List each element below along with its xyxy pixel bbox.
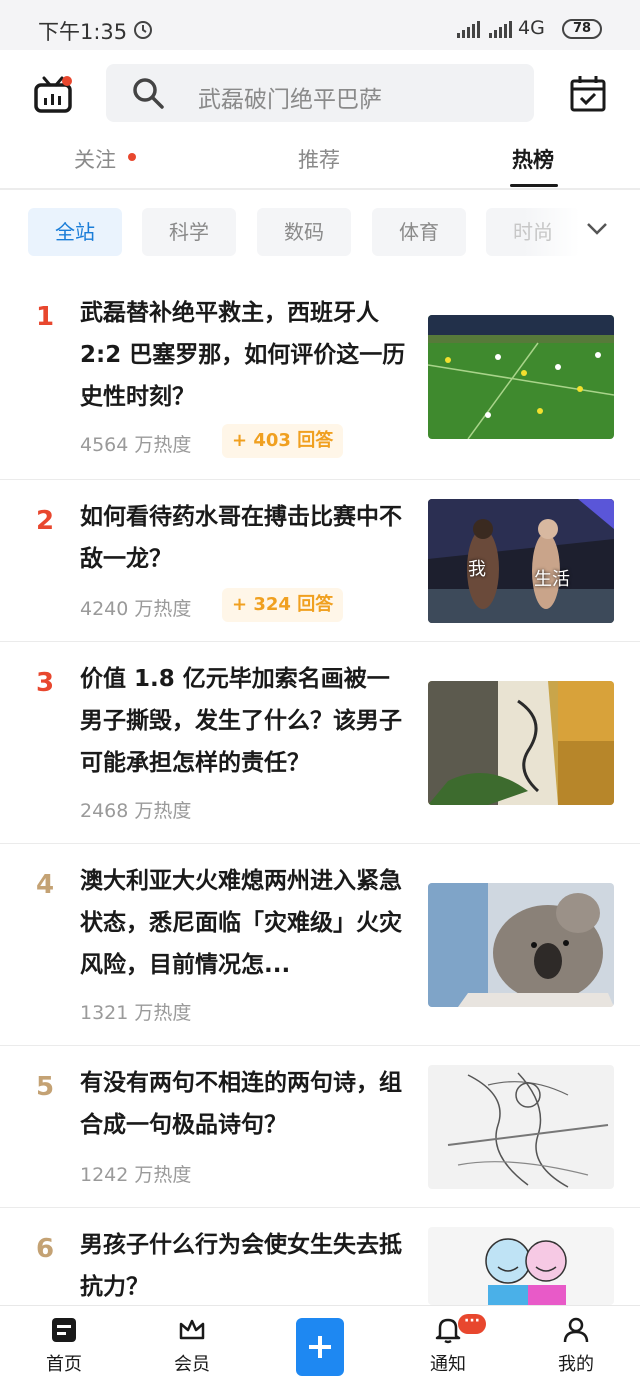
answer-count-badge: + 403 回答: [222, 424, 344, 458]
thumbnail-koala[interactable]: [428, 883, 614, 1007]
chevron-down-icon[interactable]: [586, 222, 608, 236]
rank-number: 3: [36, 668, 55, 698]
bottom-navigation: 首页 会员 ··· 通知 我的: [0, 1305, 640, 1387]
nav-home[interactable]: 首页: [14, 1306, 114, 1387]
chip-digital[interactable]: 数码: [257, 208, 351, 256]
user-icon: [563, 1317, 589, 1343]
list-item[interactable]: 6 男孩子什么行为会使女生失去抵抗力？: [0, 1208, 640, 1308]
thumbnail-cartoon[interactable]: [428, 1227, 614, 1305]
thumbnail-painting[interactable]: [428, 681, 614, 805]
tv-notification-dot: [62, 76, 72, 86]
question-title[interactable]: 有没有两句不相连的两句诗，组合成一句极品诗句？: [80, 1062, 412, 1146]
top-header: 武磊破门绝平巴萨 关注 推荐 热榜: [0, 50, 640, 190]
thumbnail-fight[interactable]: 我 生活: [428, 499, 614, 623]
list-item[interactable]: 4 澳大利亚大火难熄两州进入紧急状态，悉尼面临「灾难级」火灾风险，目前情况怎..…: [0, 844, 640, 1046]
rank-number: 1: [36, 302, 55, 332]
heat-count: 4564 万热度: [80, 434, 192, 456]
signal-icon: [457, 21, 480, 38]
tab-follow[interactable]: 关注: [74, 144, 116, 174]
chip-sports[interactable]: 体育: [372, 208, 466, 256]
alarm-icon: [134, 21, 152, 39]
rank-number: 5: [36, 1072, 55, 1102]
rank-number: 6: [36, 1234, 55, 1264]
chip-all[interactable]: 全站: [28, 208, 122, 256]
question-title[interactable]: 武磊替补绝平救主，西班牙人 2:2 巴塞罗那，如何评价这一历史性时刻？: [80, 292, 412, 418]
signal-hd-icon: [489, 21, 512, 38]
nav-label: 我的: [558, 1354, 594, 1375]
question-title[interactable]: 如何看待药水哥在搏击比赛中不敌一龙？: [80, 496, 412, 580]
nav-notifications[interactable]: ··· 通知: [398, 1306, 498, 1387]
tab-hot-list[interactable]: 热榜: [512, 144, 554, 174]
battery-icon: 78: [562, 19, 602, 39]
thumbnail-sketch[interactable]: [428, 1065, 614, 1189]
status-bar: 下午1:35 4G 78: [0, 0, 640, 50]
thumbnail-caption: 生活: [534, 569, 570, 590]
status-time: 下午1:35: [38, 20, 128, 44]
tab-recommend[interactable]: 推荐: [298, 144, 340, 174]
search-placeholder: 武磊破门绝平巴萨: [198, 87, 382, 113]
nav-profile[interactable]: 我的: [526, 1306, 626, 1387]
network-type: 4G: [518, 17, 545, 39]
heat-count: 1321 万热度: [80, 1002, 192, 1024]
heat-count: 4240 万热度: [80, 598, 192, 620]
answer-count-badge: + 324 回答: [222, 588, 344, 622]
heat-count: 2468 万热度: [80, 800, 192, 822]
heat-count: 1242 万热度: [80, 1164, 192, 1186]
follow-update-dot: [128, 153, 136, 161]
nav-label: 会员: [174, 1354, 210, 1375]
question-title[interactable]: 澳大利亚大火难熄两州进入紧急状态，悉尼面临「灾难级」火灾风险，目前情况怎...: [80, 860, 412, 986]
search-icon: [133, 78, 164, 109]
active-tab-indicator: [510, 184, 558, 187]
nav-label: 首页: [46, 1354, 82, 1375]
thumbnail-football[interactable]: [428, 315, 614, 439]
task-check-icon[interactable]: [570, 74, 606, 112]
list-item[interactable]: 2 如何看待药水哥在搏击比赛中不敌一龙？ 4240 万热度 + 324 回答 我…: [0, 480, 640, 642]
list-item[interactable]: 5 有没有两句不相连的两句诗，组合成一句极品诗句？ 1242 万热度: [0, 1046, 640, 1208]
rank-number: 4: [36, 870, 55, 900]
list-item[interactable]: 1 武磊替补绝平救主，西班牙人 2:2 巴塞罗那，如何评价这一历史性时刻？ 45…: [0, 276, 640, 480]
category-chips: 全站 科学 数码 体育 时尚: [0, 190, 640, 276]
plus-icon: [309, 1336, 331, 1358]
nav-label: 通知: [430, 1354, 466, 1375]
home-icon: [52, 1318, 76, 1342]
chip-fashion[interactable]: 时尚: [486, 208, 580, 256]
search-bar[interactable]: 武磊破门绝平巴萨: [106, 64, 534, 122]
feed-tabs: 关注 推荐 热榜: [0, 138, 640, 190]
rank-number: 2: [36, 506, 55, 536]
thumbnail-caption: 我: [468, 559, 486, 580]
list-item[interactable]: 3 价值 1.8 亿元毕加索名画被一男子撕毁，发生了什么？该男子可能承担怎样的责…: [0, 642, 640, 844]
chip-science[interactable]: 科学: [142, 208, 236, 256]
crown-icon: [179, 1319, 205, 1340]
create-button[interactable]: [296, 1318, 344, 1376]
notification-badge: ···: [458, 1314, 486, 1334]
question-title[interactable]: 男孩子什么行为会使女生失去抵抗力？: [80, 1224, 412, 1308]
nav-membership[interactable]: 会员: [142, 1306, 242, 1387]
question-title[interactable]: 价值 1.8 亿元毕加索名画被一男子撕毁，发生了什么？该男子可能承担怎样的责任？: [80, 658, 412, 784]
